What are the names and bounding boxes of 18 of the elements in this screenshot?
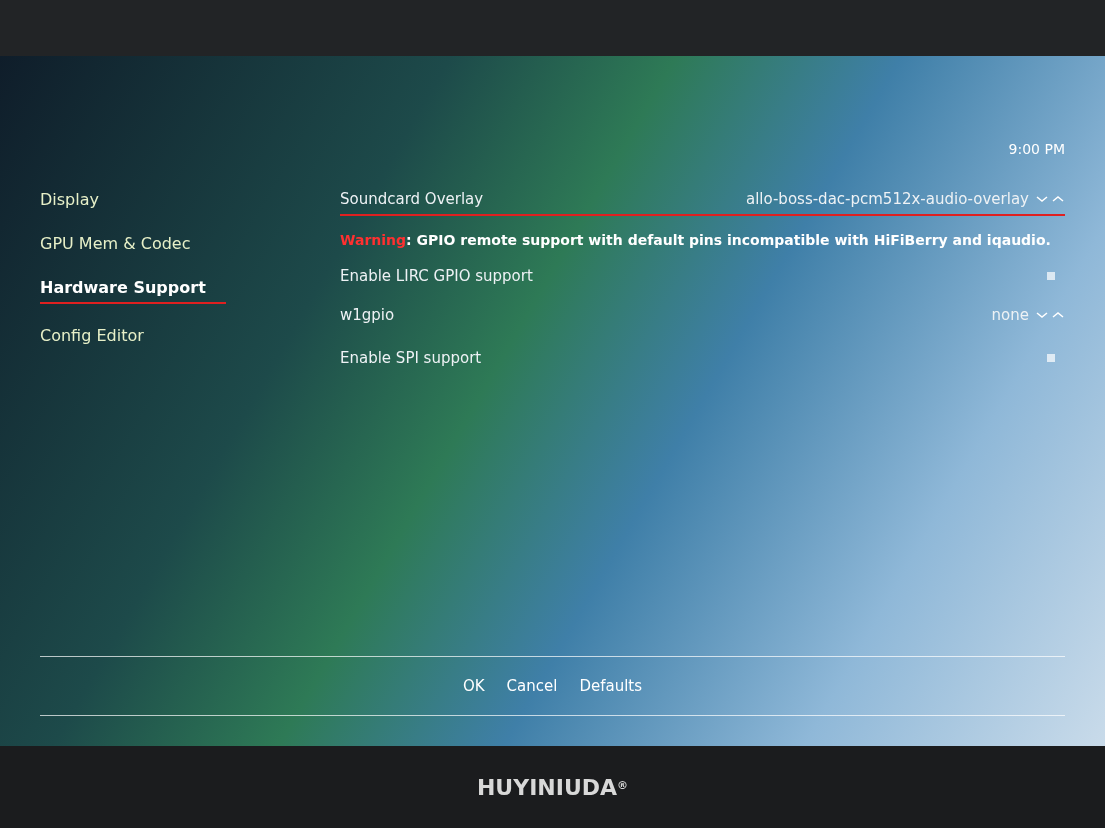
clock: 9:00 PM <box>1008 140 1065 159</box>
sidebar-item[interactable]: Hardware Support <box>40 276 226 304</box>
chevron-down-up-icon <box>1035 309 1065 320</box>
dialog-button[interactable]: Defaults <box>577 674 645 698</box>
setting-label: Enable LIRC GPIO support <box>340 266 533 287</box>
sidebar-item[interactable]: Display <box>40 188 99 212</box>
dialog-button[interactable]: OK <box>460 674 487 698</box>
brand-logo: HUYINIUDA$^{®}$ <box>476 773 629 802</box>
dropdown-setting[interactable]: w1gpio none <box>340 303 1065 331</box>
setting-label: Enable SPI support <box>340 348 482 369</box>
chevron-down-up-icon <box>1035 194 1065 205</box>
checkbox[interactable] <box>1047 354 1055 363</box>
dialog-button[interactable]: Cancel <box>504 674 560 698</box>
dropdown-setting[interactable]: Soundcard Overlay allo-boss-dac-pcm512x-audio-overlay <box>340 188 1065 216</box>
sidebar-item[interactable]: Config Editor <box>40 324 144 348</box>
sidebar-item[interactable]: GPU Mem & Codec <box>40 232 191 256</box>
checkbox[interactable] <box>1047 272 1055 281</box>
warning-message: Warning: GPIO remote support with default pins incompatible with HiFiBerry and iqaudio. <box>340 231 1052 249</box>
